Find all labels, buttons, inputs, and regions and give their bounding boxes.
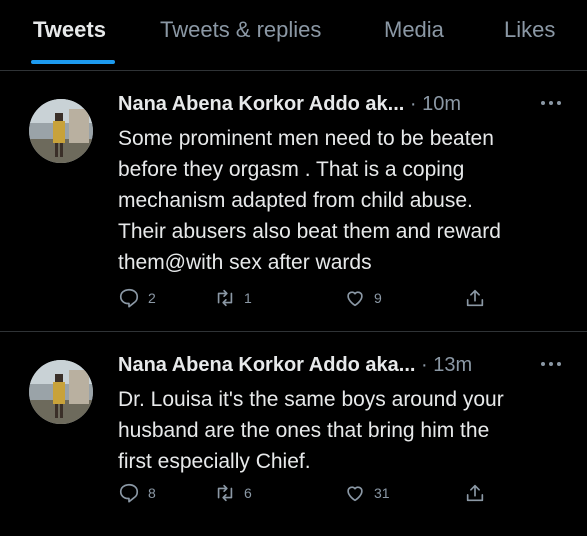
like-button[interactable]: 9 (344, 285, 382, 311)
avatar[interactable] (29, 99, 93, 163)
timestamp[interactable]: 13m (433, 354, 472, 376)
retweet-icon (217, 484, 233, 502)
separator: · (421, 354, 428, 376)
tab-likes[interactable]: Likes (504, 17, 555, 43)
reply-count: 2 (148, 290, 156, 306)
tweet-actions: 2 1 9 (118, 285, 558, 311)
reply-button[interactable]: 8 (118, 480, 156, 506)
tab-media[interactable]: Media (384, 17, 444, 43)
reply-icon (119, 483, 139, 503)
tweet[interactable]: Nana Abena Korkor Addo ak... · 10m Some … (0, 71, 587, 332)
retweet-button[interactable]: 1 (214, 285, 252, 311)
avatar[interactable] (29, 360, 93, 424)
retweet-count: 6 (244, 485, 252, 501)
retweet-icon (217, 289, 233, 307)
reply-count: 8 (148, 485, 156, 501)
retweet-button[interactable]: 6 (214, 480, 252, 506)
author-name[interactable]: Nana Abena Korkor Addo ak... (118, 93, 404, 115)
like-count: 31 (374, 485, 390, 501)
tab-tweets-replies[interactable]: Tweets & replies (160, 17, 321, 43)
author-name[interactable]: Nana Abena Korkor Addo aka... (118, 354, 415, 376)
tweet[interactable]: Nana Abena Korkor Addo aka... · 13m Dr. … (0, 332, 587, 536)
like-button[interactable]: 31 (344, 480, 390, 506)
tweet-text: Some prominent men need to be beaten bef… (118, 127, 501, 274)
tab-tweets[interactable]: Tweets (33, 17, 106, 43)
share-button[interactable] (464, 480, 494, 506)
share-icon (466, 484, 484, 502)
tweet-header: Nana Abena Korkor Addo ak... · 10m (118, 93, 461, 116)
profile-tabs: Tweets Tweets & replies Media Likes (0, 0, 587, 71)
active-tab-indicator (31, 60, 115, 64)
more-icon[interactable] (540, 91, 562, 114)
like-count: 9 (374, 290, 382, 306)
retweet-count: 1 (244, 290, 252, 306)
heart-icon (347, 291, 363, 307)
share-icon (466, 289, 484, 307)
share-button[interactable] (464, 285, 494, 311)
heart-icon (347, 486, 363, 502)
timestamp[interactable]: 10m (422, 93, 461, 115)
tweet-text: Dr. Louisa it's the same boys around you… (118, 388, 504, 473)
reply-icon (119, 288, 139, 308)
tweet-header: Nana Abena Korkor Addo aka... · 13m (118, 354, 472, 377)
separator: · (409, 93, 417, 115)
more-icon[interactable] (540, 352, 562, 375)
tweet-actions: 8 6 31 (118, 480, 558, 506)
reply-button[interactable]: 2 (118, 285, 156, 311)
